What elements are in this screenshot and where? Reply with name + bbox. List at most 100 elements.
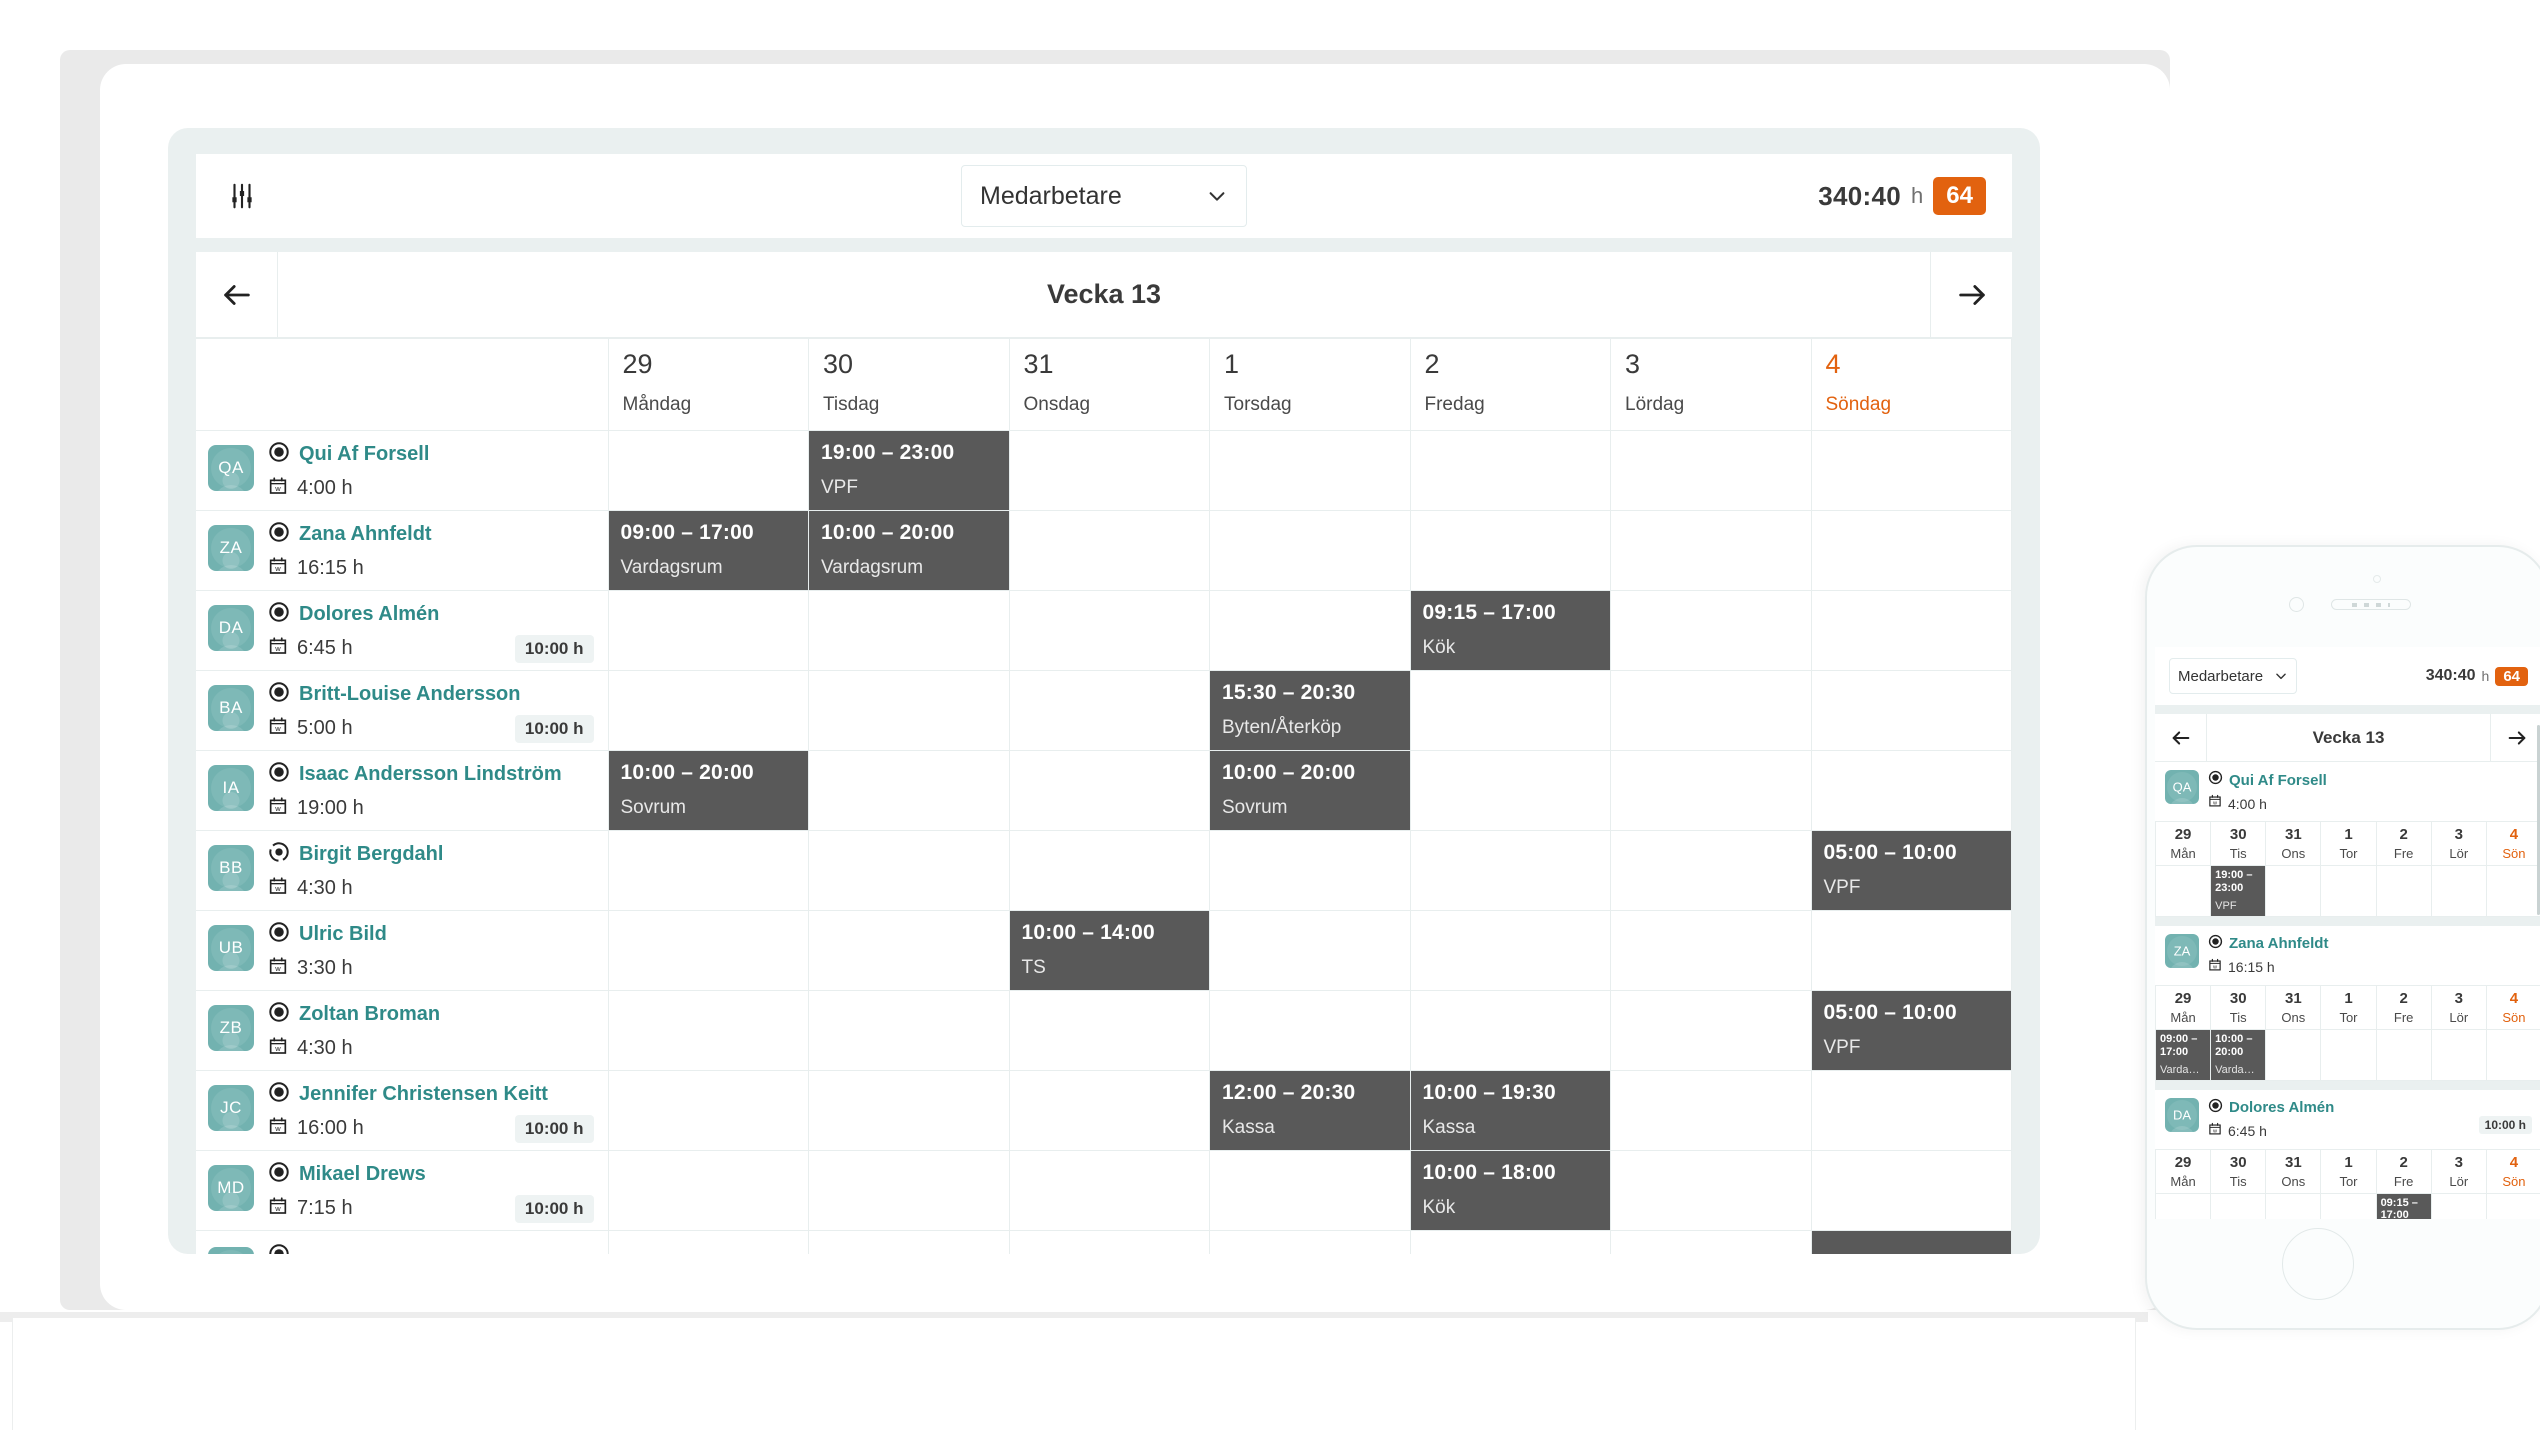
prev-week-button[interactable] xyxy=(196,252,278,337)
schedule-cell[interactable] xyxy=(1008,510,1210,591)
schedule-cell[interactable]: 15:30 – 20:30 Byten/Återköp xyxy=(1209,670,1411,751)
schedule-cell[interactable] xyxy=(1810,910,2012,991)
schedule-cell[interactable] xyxy=(1008,750,1210,831)
phone-schedule-cell[interactable] xyxy=(2320,865,2377,917)
schedule-cell[interactable] xyxy=(1810,750,2012,831)
schedule-cell[interactable]: 19:00 – 23:00 VPF xyxy=(808,430,1010,511)
phone-schedule-cell[interactable]: 09:15 – 17:00 xyxy=(2375,1192,2432,1219)
schedule-cell[interactable] xyxy=(1610,510,1812,591)
schedule-cell[interactable] xyxy=(1810,510,2012,591)
schedule-cell[interactable] xyxy=(1409,1230,1611,1254)
schedule-cell[interactable] xyxy=(1209,990,1411,1071)
shift-block[interactable]: 05:00 – 10:00 VPF xyxy=(1811,831,2011,910)
schedule-cell[interactable]: 05:00 – 10:00 VPF xyxy=(1810,830,2012,911)
schedule-cell[interactable]: 10:00 – 18:00 Kök xyxy=(1409,1150,1611,1231)
schedule-cell[interactable] xyxy=(1610,1150,1812,1231)
shift-block[interactable]: 19:00 – 23:00 VPF xyxy=(2211,866,2266,916)
shift-block[interactable]: 15:30 – 20:30 Byten/Återköp xyxy=(1210,671,1410,750)
schedule-cell[interactable]: 10:00 – 20:00 Sovrum xyxy=(1209,750,1411,831)
schedule-cell[interactable] xyxy=(1610,430,1812,511)
shift-block[interactable]: 05:00 – 10:00 VPF xyxy=(1811,991,2011,1070)
schedule-cell[interactable] xyxy=(808,1150,1010,1231)
employee-cell[interactable]: UB Ulric Bild w 3:30 h xyxy=(196,910,609,991)
schedule-cell[interactable]: 10:00 – 14:00 TS xyxy=(1008,910,1210,991)
schedule-cell[interactable] xyxy=(607,430,809,511)
phone-schedule-cell[interactable] xyxy=(2485,865,2540,917)
phone-schedule-cell[interactable] xyxy=(2265,865,2322,917)
schedule-cell[interactable] xyxy=(1810,430,2012,511)
shift-block[interactable]: 09:15 – 17:00 xyxy=(2376,1193,2431,1219)
view-mode-select[interactable]: Medarbetare xyxy=(961,165,1247,227)
phone-schedule-cell[interactable]: 19:00 – 23:00 VPF xyxy=(2210,865,2267,917)
phone-schedule-cell[interactable] xyxy=(2430,1028,2487,1081)
employee-name[interactable]: Britt-Louise Andersson xyxy=(299,683,521,706)
phone-schedule-cell[interactable] xyxy=(2485,1192,2540,1219)
shift-block[interactable]: 10:00 – 18:00 Kök xyxy=(1410,1151,1610,1230)
schedule-cell[interactable] xyxy=(808,910,1010,991)
schedule-cell[interactable] xyxy=(1409,910,1611,991)
schedule-cell[interactable] xyxy=(607,1230,809,1254)
schedule-cell[interactable] xyxy=(808,830,1010,911)
schedule-cell[interactable] xyxy=(1610,1230,1812,1254)
schedule-cell[interactable] xyxy=(1409,830,1611,911)
schedule-cell[interactable] xyxy=(1610,670,1812,751)
shift-block[interactable]: 10:00 – 20:00 Sovrum xyxy=(608,751,808,830)
sliders-icon[interactable] xyxy=(222,176,262,216)
phone-schedule-cell[interactable] xyxy=(2485,1028,2540,1081)
employee-name[interactable]: Isaac Andersson Lindström xyxy=(299,763,562,786)
list-item[interactable]: DA Dolores Almén w 6:45 h 10:00 h 29 Mån… xyxy=(2155,1089,2540,1219)
schedule-cell[interactable]: 05:00 – 10:00 VPF xyxy=(1810,990,2012,1071)
employee-cell[interactable]: IA Isaac Andersson Lindström w 19:00 h xyxy=(196,750,609,831)
schedule-cell[interactable] xyxy=(607,990,809,1071)
schedule-cell[interactable] xyxy=(607,1070,809,1151)
employee-cell[interactable]: QA Qui Af Forsell w 4:00 h xyxy=(196,430,609,511)
shift-block[interactable]: 10:00 – 19:30 Kassa xyxy=(1410,1071,1610,1150)
phone-schedule-cell[interactable] xyxy=(2265,1028,2322,1081)
schedule-cell[interactable] xyxy=(1008,670,1210,751)
phone-home-button[interactable] xyxy=(2282,1228,2354,1300)
schedule-cell[interactable] xyxy=(607,1150,809,1231)
phone-schedule-cell[interactable] xyxy=(2430,865,2487,917)
schedule-cell[interactable]: 10:00 – 20:00 Sovrum xyxy=(607,750,809,831)
employee-cell[interactable]: BB Birgit Bergdahl w 4:30 h xyxy=(196,830,609,911)
employee-name[interactable]: Mikael Drews xyxy=(299,1163,426,1186)
schedule-cell[interactable]: 09:00 – 17:00 Vardagsrum xyxy=(607,510,809,591)
schedule-cell[interactable] xyxy=(1610,830,1812,911)
phone-schedule-cell[interactable] xyxy=(2375,865,2432,917)
list-item[interactable]: ZA Zana Ahnfeldt w 16:15 h 29 Mån 30 Tis… xyxy=(2155,925,2540,1090)
schedule-cell[interactable]: 10:00 – 19:30 Kassa xyxy=(1409,1070,1611,1151)
schedule-cell[interactable] xyxy=(1610,910,1812,991)
phone-schedule-cell[interactable] xyxy=(2320,1028,2377,1081)
schedule-cell[interactable] xyxy=(1810,1070,2012,1151)
schedule-cell[interactable] xyxy=(1008,590,1210,671)
schedule-cell[interactable] xyxy=(1209,830,1411,911)
shift-block[interactable]: 12:00 – 20:30 Kassa xyxy=(1210,1071,1410,1150)
schedule-cell[interactable] xyxy=(1008,1070,1210,1151)
schedule-cell[interactable] xyxy=(607,590,809,671)
employee-cell[interactable]: ZA Zana Ahnfeldt w 16:15 h xyxy=(196,510,609,591)
employee-cell[interactable]: JC Jennifer Christensen Keitt w 16:00 h … xyxy=(196,1070,609,1151)
schedule-cell[interactable] xyxy=(1409,430,1611,511)
schedule-cell[interactable] xyxy=(1209,590,1411,671)
schedule-cell[interactable] xyxy=(1409,750,1611,831)
schedule-cell[interactable] xyxy=(1810,1150,2012,1231)
schedule-cell[interactable] xyxy=(1610,750,1812,831)
employee-name[interactable]: Jennifer Christensen Keitt xyxy=(299,1083,548,1106)
schedule-cell[interactable] xyxy=(1209,910,1411,991)
shift-block[interactable]: 10:00 – 20:00 Varda… xyxy=(2211,1029,2266,1080)
shift-block[interactable]: 09:15 – 17:00 Kök xyxy=(1410,591,1610,670)
schedule-cell[interactable] xyxy=(1209,1230,1411,1254)
schedule-cell[interactable]: 10:00 – 20:00 Vardagsrum xyxy=(808,510,1010,591)
employee-cell[interactable]: DA Dolores Almén w 6:45 h 10:00 h xyxy=(196,590,609,671)
schedule-cell[interactable]: 12:00 – 20:30 Kassa xyxy=(1209,1070,1411,1151)
phone-employee-name[interactable]: Qui Af Forsell xyxy=(2229,772,2327,789)
phone-schedule-cell[interactable] xyxy=(2375,1028,2432,1081)
schedule-cell[interactable] xyxy=(1008,430,1210,511)
phone-schedule-cell[interactable] xyxy=(2430,1192,2487,1219)
schedule-cell[interactable] xyxy=(808,1070,1010,1151)
schedule-cell[interactable] xyxy=(1409,670,1611,751)
shift-block[interactable]: 09:00 – 17:00 Varda… xyxy=(2156,1029,2211,1080)
phone-employee-name[interactable]: Dolores Almén xyxy=(2229,1099,2334,1116)
schedule-cell[interactable] xyxy=(808,750,1010,831)
schedule-cell[interactable] xyxy=(607,670,809,751)
